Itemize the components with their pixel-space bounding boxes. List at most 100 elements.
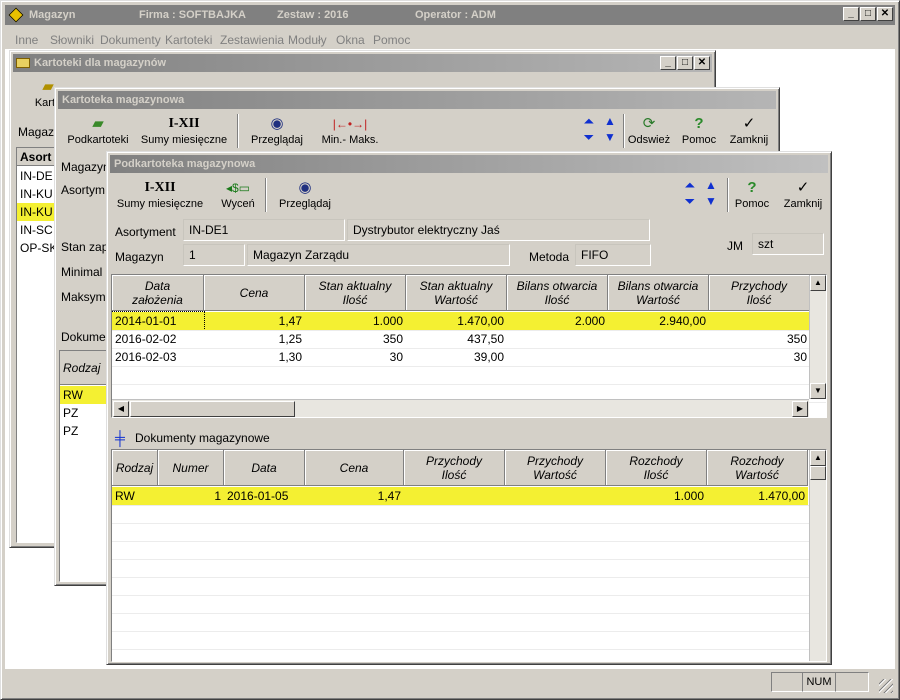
table-row[interactable] — [112, 595, 808, 613]
first-record-icon[interactable]: ⏶ — [685, 178, 695, 193]
column-header[interactable]: Stan aktualny Ilość — [305, 275, 406, 311]
win1-titlebar[interactable]: Kartoteki dla magazynów _ □ ✕ — [13, 54, 712, 72]
odswiez-button[interactable]: ⟳ Odswież — [625, 114, 673, 146]
win1-close-button[interactable]: ✕ — [694, 56, 710, 70]
list-item[interactable]: PZ — [60, 422, 108, 440]
column-header[interactable]: Bilans otwarcia Wartość — [608, 275, 709, 311]
win1-minimize-button[interactable]: _ — [660, 56, 676, 70]
menu-pomoc[interactable]: Pomoc — [373, 33, 410, 47]
table-row[interactable]: 2016-02-03 1,30 30 39,00 30 — [112, 348, 810, 366]
next-record-icon[interactable]: ▼ — [604, 130, 616, 144]
asortyment-code-field[interactable]: IN-DE1 — [183, 219, 345, 241]
menu-moduly[interactable]: Moduły — [288, 33, 327, 47]
column-header[interactable]: Data założenia — [112, 275, 204, 311]
table-cell: 39,00 — [473, 350, 504, 364]
win1-maximize-button[interactable]: □ — [677, 56, 693, 70]
list-item[interactable]: RW — [60, 386, 108, 404]
win2-pomoc-button[interactable]: ? Pomoc — [679, 114, 719, 146]
win3-zamknij-button[interactable]: ✓ Zamknij — [779, 178, 827, 210]
minimize-button[interactable]: _ — [843, 7, 859, 21]
table-cell: 1,30 — [278, 350, 302, 364]
prev-record-icon[interactable]: ▲ — [604, 114, 616, 128]
grid1-hscroll[interactable]: ◀ ▶ — [112, 399, 809, 417]
magazyn-name-field[interactable]: Magazyn Zarządu — [247, 244, 510, 266]
close-button[interactable]: ✕ — [877, 7, 893, 21]
win2-doc-header: Rodzaj — [60, 351, 108, 385]
scroll-up-icon[interactable]: ▲ — [810, 275, 826, 291]
table-row[interactable] — [112, 559, 808, 577]
first-record-icon[interactable]: ⏶ — [584, 114, 594, 129]
table-row[interactable]: 2016-02-02 1,25 350 437,50 350 — [112, 330, 810, 348]
last-record-icon[interactable]: ⏷ — [685, 194, 695, 209]
grid1-vscroll[interactable]: ▲ ▼ — [809, 275, 826, 399]
dokumenty-magazynowe-label: Dokumenty magazynowe — [135, 431, 270, 445]
maximize-button[interactable]: □ — [860, 7, 876, 21]
scroll-down-icon[interactable]: ▼ — [810, 383, 826, 399]
scroll-up-icon[interactable]: ▲ — [810, 450, 826, 466]
menu-okna[interactable]: Okna — [336, 33, 365, 47]
menu-inne[interactable]: Inne — [15, 33, 38, 47]
next-record-icon[interactable]: ▼ — [705, 194, 717, 208]
window-podkartoteka-magazynowa: Podkartoteka magazynowa I-XII Sumy miesi… — [106, 151, 832, 665]
menu-slowniki[interactable]: Słowniki — [50, 33, 94, 47]
scroll-thumb[interactable] — [810, 466, 826, 480]
resize-grip-icon[interactable] — [879, 679, 893, 693]
table-row[interactable] — [112, 649, 808, 661]
last-record-icon[interactable]: ⏷ — [584, 130, 594, 145]
table-row[interactable] — [112, 366, 810, 384]
magazyn-no-field[interactable]: 1 — [183, 244, 245, 266]
scroll-left-icon[interactable]: ◀ — [113, 401, 129, 417]
win2-minimal-label: Minimal — [61, 265, 103, 279]
win3-sumy-button[interactable]: I-XII Sumy miesięczne — [115, 178, 205, 210]
win3-przegladaj-button[interactable]: ◉ Przeglądaj — [273, 178, 337, 210]
column-header[interactable]: Przychody Ilość — [404, 450, 505, 486]
table-row[interactable] — [112, 523, 808, 541]
table-row[interactable] — [112, 505, 808, 523]
table-row[interactable]: RW 1 2016-01-05 1,47 1.000 1.470,00 — [112, 487, 808, 505]
podkartoteki-button[interactable]: ▰ Podkartoteki — [63, 114, 133, 146]
menu-dokumenty[interactable]: Dokumenty — [100, 33, 161, 47]
win3-pomoc-button[interactable]: ? Pomoc — [731, 178, 773, 210]
przegladaj-button[interactable]: ◉ Przeglądaj — [245, 114, 309, 146]
sumy-miesieczne-button[interactable]: I-XII Sumy miesięczne — [139, 114, 229, 146]
prev-record-icon[interactable]: ▲ — [705, 178, 717, 192]
scroll-thumb[interactable] — [130, 401, 295, 417]
wycen-button[interactable]: ◂$▭ Wyceń — [215, 178, 261, 210]
min-maks-button[interactable]: |←•→| Min.- Maks. — [317, 114, 383, 146]
column-header[interactable]: Przychody Ilość — [709, 275, 810, 311]
calendar-range-icon: I-XII — [144, 180, 176, 195]
column-header[interactable]: Cena — [204, 275, 305, 311]
table-row[interactable]: 2014-01-01 1,47 1.000 1.470,00 2.000 2.940,00 — [112, 311, 810, 331]
scroll-right-icon[interactable]: ▶ — [792, 401, 808, 417]
win2-titlebar[interactable]: Kartoteka magazynowa — [58, 91, 776, 109]
asortyment-name-field[interactable]: Dystrybutor elektryczny Jaś — [347, 219, 650, 241]
metoda-field[interactable]: FIFO — [575, 244, 651, 266]
column-header[interactable]: Stan aktualny Wartość — [406, 275, 507, 311]
win2-zamknij-button[interactable]: ✓ Zamknij — [727, 114, 771, 146]
table-cell — [404, 487, 505, 505]
list-item[interactable]: PZ — [60, 404, 108, 422]
split-handle-icon[interactable]: ╪ — [115, 430, 125, 446]
column-header[interactable]: Przychody Wartość — [505, 450, 606, 486]
main-titlebar[interactable]: Magazyn Firma : SOFTBAJKA Zestaw : 2016 … — [5, 5, 895, 25]
app-icon — [8, 7, 24, 23]
column-header[interactable]: Rozchody Wartość — [707, 450, 808, 486]
table-row[interactable] — [112, 613, 808, 631]
column-header[interactable]: Rozchody Ilość — [606, 450, 707, 486]
win3-titlebar[interactable]: Podkartoteka magazynowa — [110, 155, 828, 173]
jm-field[interactable]: szt — [752, 233, 824, 255]
table-row[interactable] — [112, 541, 808, 559]
column-header[interactable]: Cena — [305, 450, 404, 486]
menu-zestawienia[interactable]: Zestawienia — [220, 33, 284, 47]
win1-title: Kartoteki dla magazynów — [34, 57, 167, 69]
column-header[interactable]: Rodzaj — [112, 450, 158, 486]
grid2-vscroll[interactable]: ▲ — [809, 450, 826, 661]
table-row[interactable] — [112, 577, 808, 595]
table-cell — [608, 330, 709, 348]
column-header[interactable]: Data — [224, 450, 305, 486]
table-cell: 1.470,00 — [758, 489, 805, 503]
column-header[interactable]: Numer — [158, 450, 224, 486]
table-row[interactable] — [112, 631, 808, 649]
column-header[interactable]: Bilans otwarcia Ilość — [507, 275, 608, 311]
menu-kartoteki[interactable]: Kartoteki — [165, 33, 212, 47]
